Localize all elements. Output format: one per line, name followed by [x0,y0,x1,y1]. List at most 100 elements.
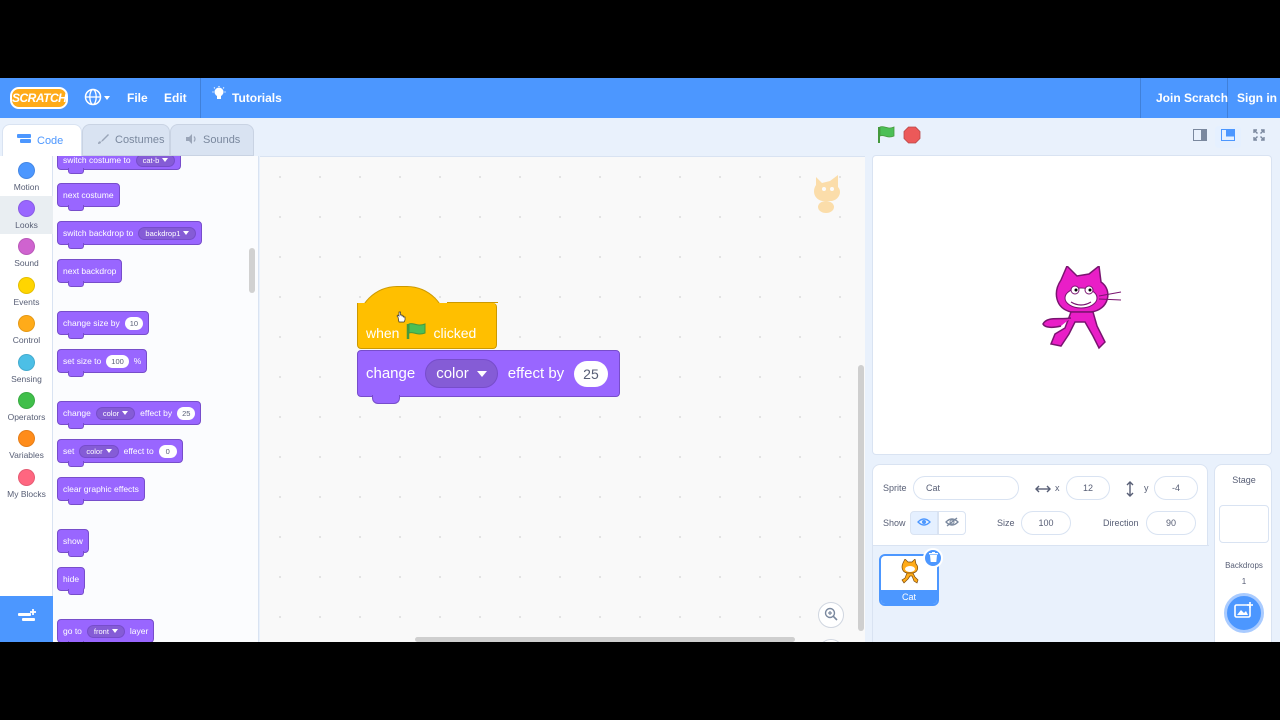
size-input[interactable]: 100 [1021,511,1071,535]
size-set-input[interactable]: 100 [106,354,129,368]
chevron-down-icon [183,231,190,235]
script-area[interactable]: when clicked change color effect by 25 [260,156,865,642]
trash-icon [928,549,938,567]
block-text: show [63,536,83,546]
tutorials-menu[interactable]: Tutorials [212,78,282,118]
tab-sounds[interactable]: Sounds [170,124,254,156]
hat-body: when clicked [357,302,498,349]
fullscreen-button[interactable] [1246,126,1272,148]
add-backdrop-button[interactable] [1224,593,1264,633]
costume-dropdown[interactable]: cat-b [135,156,176,167]
size-change-input[interactable]: 10 [124,316,144,330]
tab-code[interactable]: Code [2,124,82,156]
layer-dropdown[interactable]: front [86,624,125,638]
category-motion[interactable]: Motion [0,158,53,196]
show-block[interactable]: show [57,529,89,557]
set-effect-block[interactable]: set color effect to 0 [57,439,183,467]
change-effect-block[interactable]: change color effect by 25 [57,401,202,429]
add-extension-button[interactable] [0,596,53,642]
category-label: My Blocks [7,489,46,499]
x-position-input[interactable]: 12 [1066,476,1110,500]
hide-block[interactable]: hide [57,567,86,595]
y-position-input[interactable]: -4 [1154,476,1198,500]
category-control[interactable]: Control [0,311,53,349]
x-position-icon [1035,485,1051,495]
language-menu[interactable] [84,88,114,108]
cat-sprite-icon[interactable] [1041,264,1125,359]
script-horizontal-scrollbar[interactable] [415,637,795,642]
show-hidden-button[interactable] [938,511,966,535]
join-scratch-link[interactable]: Join Scratch [1156,78,1228,118]
tutorials-label: Tutorials [232,91,282,105]
block-text: change [63,408,91,418]
go-to-layer-block[interactable]: go to front layer [57,619,155,642]
hand-cursor-icon [396,310,406,328]
category-operators[interactable]: Operators [0,388,53,426]
next-costume-block[interactable]: next costume [57,183,120,211]
brush-icon [97,133,109,148]
sprite-name-input[interactable]: Cat [913,476,1019,500]
effect-value-input[interactable]: 25 [574,360,608,387]
scratch-logo[interactable]: SCRATCH [10,87,68,109]
effect-dropdown[interactable]: color [79,444,119,458]
file-menu[interactable]: File [127,78,148,118]
tab-costumes[interactable]: Costumes [82,124,170,156]
sign-in-link[interactable]: Sign in [1237,78,1277,118]
next-backdrop-block[interactable]: next backdrop [57,259,123,287]
show-visible-button[interactable] [910,511,938,535]
fullscreen-icon [1253,128,1265,146]
sprite-watermark-icon [808,171,848,220]
category-label: Motion [13,182,40,192]
sprite-name-label: Sprite [883,483,907,493]
script-vertical-scrollbar[interactable] [858,365,864,631]
category-variables[interactable]: Variables [0,426,53,464]
green-flag-button[interactable] [876,124,896,148]
category-sound[interactable]: Sound [0,234,53,272]
delete-sprite-button[interactable] [923,548,943,568]
effect-change-input[interactable]: 25 [177,406,196,420]
when-flag-clicked-block[interactable]: when clicked [357,286,498,356]
sprite-list: Cat [873,545,1209,642]
category-looks[interactable]: Looks [0,196,53,234]
effect-dropdown[interactable]: color [425,359,498,388]
menu-divider [1140,78,1141,118]
change-effect-script-block[interactable]: change color effect by 25 [357,350,620,404]
block-text: effect by [140,408,173,418]
zoom-out-button[interactable] [818,639,844,642]
switch-costume-block[interactable]: switch costume to cat-b [57,156,182,174]
stop-button[interactable] [903,126,923,150]
direction-input[interactable]: 90 [1146,511,1196,535]
block-text: clear graphic effects [63,484,139,494]
backdrop-dropdown[interactable]: backdrop1 [138,226,197,240]
category-label: Variables [9,450,44,460]
chevron-down-icon [111,629,118,633]
size-label: Size [997,518,1015,528]
clear-effects-block[interactable]: clear graphic effects [57,477,145,505]
direction-label: Direction [1103,518,1139,528]
stage-title: Stage [1232,475,1256,485]
large-stage-button[interactable] [1215,126,1241,148]
stage-canvas[interactable] [872,155,1272,455]
stage-thumbnail[interactable] [1219,505,1269,543]
dropdown-value: cat-b [142,156,160,165]
change-size-block[interactable]: change size by 10 [57,311,150,339]
block-text: switch backdrop to [63,228,134,238]
set-size-block[interactable]: set size to 100 % [57,349,148,377]
small-stage-button[interactable] [1187,126,1213,148]
palette-scrollbar[interactable] [249,248,255,293]
zoom-in-button[interactable] [818,602,844,628]
switch-backdrop-block[interactable]: switch backdrop to backdrop1 [57,221,203,249]
menu-divider [1227,78,1228,118]
globe-icon [84,88,102,109]
backdrops-count: 1 [1241,577,1247,586]
category-events[interactable]: Events [0,273,53,311]
tab-sounds-label: Sounds [203,134,241,146]
effect-dropdown[interactable]: color [95,406,136,420]
effect-set-input[interactable]: 0 [158,444,177,458]
category-label: Sound [14,258,39,268]
extension-icon [17,608,37,630]
sound-dot-icon [18,238,35,255]
category-my-blocks[interactable]: My Blocks [0,465,53,503]
edit-menu[interactable]: Edit [164,78,187,118]
category-sensing[interactable]: Sensing [0,350,53,388]
